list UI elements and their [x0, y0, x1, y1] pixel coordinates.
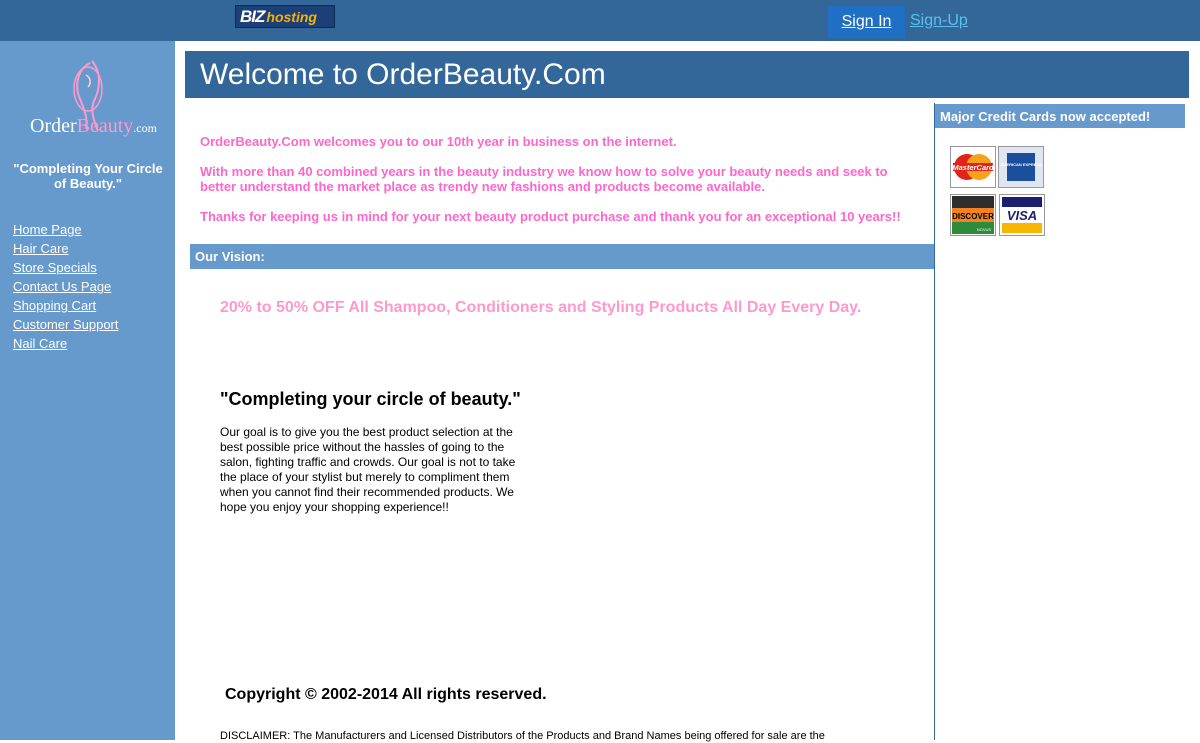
- logo-order: Order: [30, 115, 77, 137]
- visa-label: VISA: [1007, 208, 1037, 223]
- intro-paragraph: With more than 40 combined years in the …: [200, 164, 888, 194]
- page-title: Welcome to OrderBeauty.Com: [185, 51, 1189, 98]
- sidebar-nav: Home Page Hair Care Store Specials Conta…: [13, 221, 119, 354]
- left-sidebar: OrderBeauty.com "Completing Your Circle …: [0, 41, 175, 740]
- goal-text: Our goal is to give you the best product…: [220, 425, 516, 514]
- bizhosting-logo[interactable]: BIZ hosting: [235, 5, 335, 28]
- nav-link-contact-us[interactable]: Contact Us Page: [13, 279, 111, 294]
- nav-item-contact: Contact Us Page: [13, 278, 119, 297]
- mastercard-icon: MasterCard: [950, 146, 996, 188]
- amex-logo: AMERICAN EXPRESS: [1000, 148, 1042, 186]
- logo-beauty: Beauty: [76, 115, 134, 137]
- top-bar: BIZ hosting Sign In Sign-Up: [0, 0, 1200, 41]
- nav-item-store-specials: Store Specials: [13, 259, 119, 278]
- sidebar-tagline: "Completing Your Circle of Beauty.": [13, 161, 163, 191]
- promo-text: 20% to 50% OFF All Shampoo, Conditioners…: [220, 299, 862, 316]
- nav-link-shopping-cart[interactable]: Shopping Cart: [13, 298, 96, 313]
- amex-label: AMERICAN EXPRESS: [1000, 162, 1042, 167]
- logo-com: .com: [133, 121, 157, 135]
- mastercard-label: MasterCard: [952, 163, 994, 172]
- nav-item-nail-care: Nail Care: [13, 335, 119, 354]
- vision-heading: Our Vision:: [190, 244, 934, 269]
- orderbeauty-logo-text: OrderBeauty.com: [30, 115, 157, 138]
- nav-item-home: Home Page: [13, 221, 119, 240]
- nav-link-hair-care[interactable]: Hair Care: [13, 241, 69, 256]
- amex-icon: AMERICAN EXPRESS: [998, 146, 1044, 188]
- nav-link-store-specials[interactable]: Store Specials: [13, 260, 97, 275]
- quote-title: "Completing your circle of beauty.": [220, 389, 521, 409]
- copyright-text: Copyright © 2002-2014 All rights reserve…: [225, 686, 547, 703]
- sign-up-link[interactable]: Sign-Up: [910, 12, 968, 30]
- nav-item-support: Customer Support: [13, 316, 119, 335]
- intro-paragraph: OrderBeauty.Com welcomes you to our 10th…: [200, 134, 677, 149]
- visa-logo: VISA: [1001, 196, 1043, 234]
- bizhosting-logo-biz: BIZ: [240, 6, 265, 26]
- visa-icon: VISA: [999, 194, 1045, 236]
- nav-link-customer-support[interactable]: Customer Support: [13, 317, 119, 332]
- discover-logo: DISCOVER NOVUS: [952, 196, 994, 234]
- mastercard-logo: MasterCard: [952, 148, 994, 186]
- nav-link-home-page[interactable]: Home Page: [13, 222, 82, 237]
- right-column-divider: [934, 103, 935, 740]
- sign-in-button[interactable]: Sign In: [828, 6, 905, 38]
- intro-paragraph: Thanks for keeping us in mind for your n…: [200, 209, 901, 224]
- discover-icon: DISCOVER NOVUS: [950, 194, 996, 236]
- credit-cards-heading: Major Credit Cards now accepted!: [935, 104, 1185, 128]
- intro-text: OrderBeauty.Com welcomes you to our 10th…: [200, 134, 915, 239]
- nav-link-nail-care[interactable]: Nail Care: [13, 336, 67, 351]
- nav-item-cart: Shopping Cart: [13, 297, 119, 316]
- nav-item-hair-care: Hair Care: [13, 240, 119, 259]
- bizhosting-logo-hosting: hosting: [266, 8, 317, 25]
- discover-label: DISCOVER: [952, 212, 994, 221]
- disclaimer-text: DISCLAIMER: The Manufacturers and Licens…: [220, 730, 825, 742]
- discover-sub-label: NOVUS: [977, 227, 992, 232]
